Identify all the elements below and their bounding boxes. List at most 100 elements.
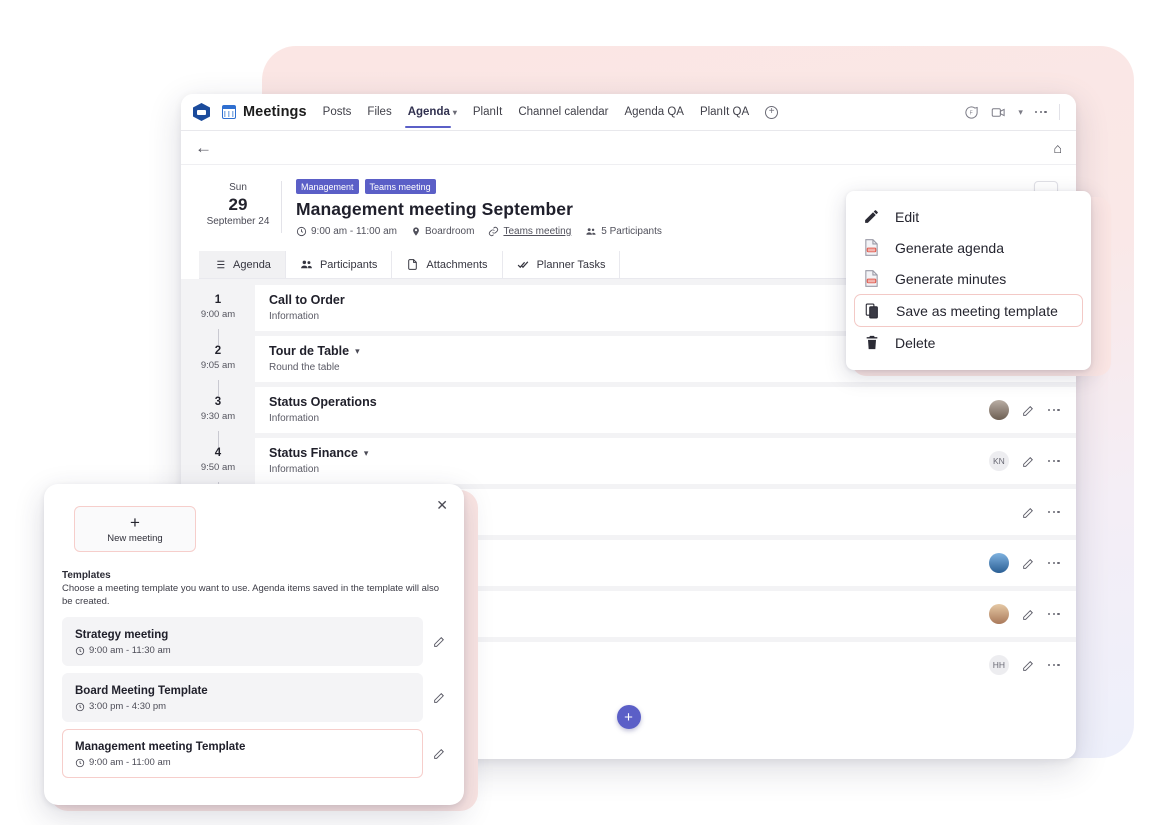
meeting-location-text: Boardroom	[424, 226, 475, 237]
tab-planit[interactable]: PlanIt	[473, 97, 502, 127]
meeting-time-text: 9:00 am - 11:00 am	[311, 226, 397, 237]
more-options-icon[interactable]	[1047, 612, 1060, 616]
more-options-icon[interactable]	[1034, 110, 1047, 114]
clock-icon	[296, 226, 307, 237]
agenda-item-subtitle: Information	[269, 311, 320, 322]
agenda-item-index: 4 9:50 am	[181, 438, 255, 498]
meeting-location: Boardroom	[411, 226, 474, 237]
more-options-icon[interactable]	[1047, 663, 1060, 667]
agenda-item-number: 2	[214, 345, 222, 357]
tab-agenda-section[interactable]: Agenda	[199, 251, 286, 278]
template-time: 9:00 am - 11:30 am	[75, 645, 410, 656]
pencil-icon[interactable]	[433, 747, 446, 760]
menu-item-generate-agenda[interactable]: Generate agenda	[846, 232, 1091, 263]
templates-dialog: ✕ + New meeting Templates Choose a meeti…	[44, 484, 464, 805]
agenda-item-subtitle: Information	[269, 413, 320, 424]
agenda-item-number: 3	[214, 396, 222, 408]
pencil-icon[interactable]	[1022, 455, 1035, 468]
chevron-down-icon[interactable]: ▾	[355, 343, 360, 360]
subtab-label: Attachments	[426, 258, 488, 271]
agenda-item-time: 9:30 am	[200, 411, 236, 422]
svg-text:F: F	[970, 110, 973, 116]
pencil-icon[interactable]	[1022, 557, 1035, 570]
tab-planner-tasks-section[interactable]: Planner Tasks	[503, 251, 621, 278]
templates-list: Strategy meeting 9:00 am - 11:30 am Board …	[62, 617, 446, 778]
meeting-participants: 5 Participants	[585, 226, 662, 237]
close-icon[interactable]: ✕	[436, 498, 448, 512]
chevron-down-icon: ▾	[452, 108, 457, 117]
home-icon[interactable]: ⌂	[1054, 140, 1062, 156]
plus-circle-icon[interactable]: +	[765, 105, 779, 119]
menu-item-generate-minutes[interactable]: Generate minutes	[846, 263, 1091, 294]
divider	[1059, 104, 1060, 120]
template-card[interactable]: Management meeting Template 9:00 am - 11:…	[62, 729, 423, 778]
agenda-item-time: 9:05 am	[200, 360, 236, 371]
templates-section-title: Templates	[62, 570, 111, 581]
pencil-icon[interactable]	[433, 635, 446, 648]
agenda-item-actions: HH	[988, 655, 1060, 675]
chat-icon[interactable]: F	[964, 105, 979, 120]
agenda-item-text: Tour de Table ▾ Round the table	[269, 343, 360, 375]
participants-count: 5 Participants	[601, 226, 662, 237]
pencil-icon[interactable]	[1022, 659, 1035, 672]
back-arrow-icon[interactable]: ←	[195, 139, 212, 156]
tab-agenda[interactable]: Agenda ▾	[404, 97, 457, 128]
pencil-icon[interactable]	[1022, 608, 1035, 621]
table-row[interactable]: 3 9:30 am Status Operations Information	[181, 387, 1076, 447]
template-card[interactable]: Board Meeting Template 3:00 pm - 4:30 pm	[62, 673, 423, 722]
tab-label: Agenda QA	[624, 106, 684, 118]
agenda-item-body[interactable]: Status Operations Information	[255, 387, 1076, 433]
more-options-icon[interactable]	[1047, 459, 1060, 463]
status-badge: Management	[296, 179, 359, 194]
chevron-down-icon[interactable]: ▾	[364, 445, 369, 462]
meeting-link[interactable]: Teams meeting	[488, 226, 571, 237]
tab-posts[interactable]: Posts	[323, 97, 352, 127]
menu-item-delete[interactable]: Delete	[846, 327, 1091, 358]
template-card[interactable]: Strategy meeting 9:00 am - 11:30 am	[62, 617, 423, 666]
tab-agenda-qa[interactable]: Agenda QA	[624, 97, 683, 127]
link-icon	[489, 226, 499, 237]
pencil-icon[interactable]	[433, 691, 446, 704]
tab-participants-section[interactable]: Participants	[286, 251, 393, 278]
tab-label: PlanIt	[472, 106, 503, 118]
menu-item-label: Delete	[895, 334, 936, 351]
avatar: KN	[988, 451, 1009, 471]
add-agenda-item-button[interactable]: +	[616, 705, 641, 729]
pencil-icon[interactable]	[1022, 506, 1035, 519]
menu-item-save-as-meeting-template[interactable]: Save as meeting template	[854, 294, 1083, 327]
list-item[interactable]: Management meeting Template 9:00 am - 11:…	[62, 729, 446, 778]
more-options-icon[interactable]	[1047, 561, 1060, 565]
new-meeting-button[interactable]: + New meeting	[74, 506, 196, 552]
table-row[interactable]: 4 9:50 am Status Finance ▾ Information KN	[181, 438, 1076, 498]
template-time: 3:00 pm - 4:30 pm	[75, 701, 410, 712]
new-meeting-label: New meeting	[107, 532, 163, 544]
tab-files[interactable]: Files	[367, 97, 391, 127]
agenda-item-number: 4	[214, 447, 222, 459]
month-year: September 24	[206, 216, 270, 227]
avatar	[988, 553, 1009, 573]
agenda-item-text: Status Operations Information	[269, 394, 377, 426]
tab-channel-calendar[interactable]: Channel calendar	[518, 97, 608, 127]
clock-icon	[75, 646, 85, 655]
meeting-time: 9:00 am - 11:00 am	[296, 226, 397, 237]
plus-icon: +	[130, 512, 140, 532]
agenda-item-index: 2 9:05 am	[181, 336, 255, 396]
menu-item-edit[interactable]: Edit	[846, 201, 1091, 232]
divider	[281, 181, 282, 233]
location-pin-icon	[413, 227, 419, 236]
meeting-link-text[interactable]: Teams meeting	[503, 226, 571, 237]
day-of-week: Sun	[229, 182, 247, 193]
chevron-down-icon[interactable]: ▾	[1018, 107, 1023, 118]
tab-planit-qa[interactable]: PlanIt QA	[700, 97, 749, 127]
clock-icon	[75, 702, 85, 711]
camera-icon[interactable]	[991, 105, 1006, 120]
agenda-item-body[interactable]: Status Finance ▾ Information KN	[255, 438, 1076, 484]
template-time: 9:00 am - 11:00 am	[75, 757, 410, 768]
more-options-icon[interactable]	[1047, 408, 1060, 412]
more-options-icon[interactable]	[1047, 510, 1060, 514]
list-item[interactable]: Board Meeting Template 3:00 pm - 4:30 pm	[62, 673, 446, 722]
list-item[interactable]: Strategy meeting 9:00 am - 11:30 am	[62, 617, 446, 666]
tab-attachments-section[interactable]: Attachments	[392, 251, 503, 278]
agenda-item-index: 3 9:30 am	[181, 387, 255, 447]
pencil-icon[interactable]	[1022, 404, 1035, 417]
